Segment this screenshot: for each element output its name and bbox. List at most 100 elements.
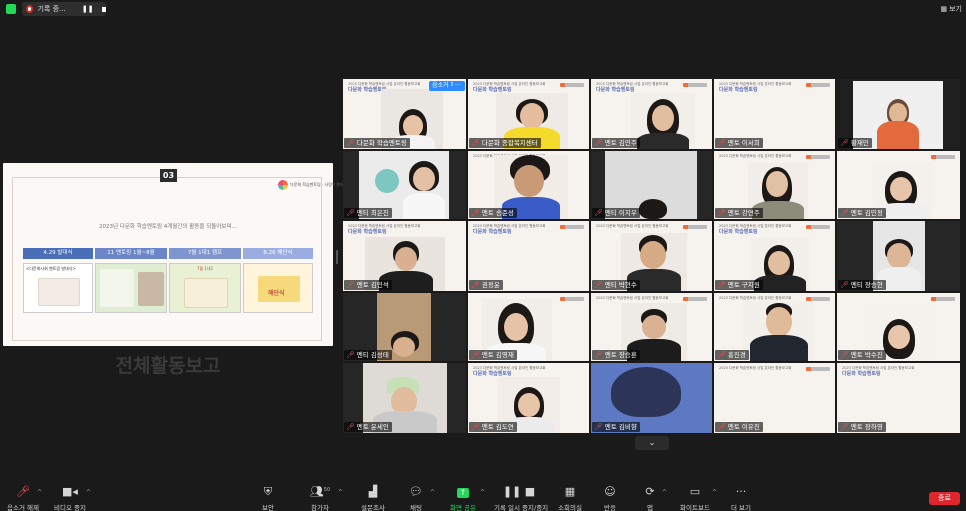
security-button[interactable]: ⛨ 보안	[246, 485, 290, 511]
tile-header-title: 다문화 학습멘토링	[719, 229, 758, 235]
shield-icon: ⛨	[263, 485, 273, 498]
poll-button[interactable]: ▟ 설문조사	[351, 485, 395, 511]
phase-label: 4.29 발대식	[23, 248, 93, 259]
participant-tile[interactable]: 2023 다문화 학습멘토링 사업 온라인 활동보고회 🎤︎ 멘토 장승훈	[591, 293, 712, 361]
chevron-up-icon[interactable]: ^	[662, 489, 667, 496]
phase-thumbnail: <다문화사회 멘토링 발대식>	[23, 263, 93, 313]
whiteboard-button[interactable]: ▭ 화이트보드	[673, 485, 717, 511]
muted-mic-icon: 🎤︎	[594, 423, 603, 431]
participant-name: 🎤︎ 홍진경	[715, 350, 749, 360]
participant-tile[interactable]: 2023 다문화 학습멘토링 사업 온라인 활동보고회 다문화 학습멘토링 🎤︎…	[591, 79, 712, 149]
participant-tile[interactable]: 2023 다문화 학습멘토링 사업 온라인 활동보고회 🎤︎ 홍진경	[714, 293, 835, 361]
chevron-up-icon[interactable]: ^	[86, 489, 91, 496]
slide-subtitle: 2023년 다문화 학습멘토링 4개월간의 활동을 되돌아보며…	[99, 224, 237, 230]
logo-mark-icon	[278, 180, 288, 190]
people-icon: 👥︎50	[309, 485, 331, 498]
participant-tile[interactable]: 🎤︎ 멘티 최은진	[343, 151, 466, 219]
more-options-button[interactable]: ···	[453, 81, 463, 91]
participant-tile[interactable]: 2023 다문화 학습멘토링 사업 온라인 활동보고회 다문화 학습멘토링 🎤︎…	[468, 363, 589, 433]
participant-name: 🎤︎ 멘토 김민정	[838, 208, 886, 218]
participant-name: 🎤︎ 멘토 장하영	[838, 422, 886, 432]
participant-tile[interactable]: 🎤︎ 멘토 박수진	[837, 293, 960, 361]
participant-tile[interactable]: 🎤︎ 멘티 김성태	[343, 293, 466, 361]
participant-name: 🎤︎ 멘토 강연주	[715, 208, 763, 218]
slide-frame	[12, 177, 322, 341]
share-arrow-icon: ↑	[441, 485, 485, 499]
tile-header-text: 2023 다문화 학습멘토링 사업 온라인 활동보고회	[596, 224, 669, 228]
whiteboard-icon: ▭	[689, 485, 701, 498]
breakout-rooms-button[interactable]: ▦ 소회의실	[548, 485, 592, 511]
participant-name: 🎤︎ 황재민	[838, 138, 872, 148]
muted-mic-icon: 🎤︎	[346, 423, 355, 431]
participant-tile[interactable]: 2023 다문화 학습멘토링 사업 온라인 활동보고회 🎤︎ 멘티 박현수	[591, 221, 712, 291]
participant-tile[interactable]: 🎤︎ 멘티 장승현	[837, 221, 960, 291]
chat-label: 채팅	[410, 504, 422, 511]
pause-record-label: 기록 일시 중지/중지	[494, 504, 549, 511]
tile-header-title: 다문화 학습멘토링	[473, 229, 512, 235]
phase-thumbnail: 7월 1대1	[169, 263, 241, 313]
chevron-up-icon[interactable]: ^	[338, 489, 343, 496]
participants-button[interactable]: 👥︎50 참가자	[298, 485, 342, 511]
scroll-down-button[interactable]: ⌄	[635, 436, 669, 450]
end-meeting-button[interactable]: 종료	[929, 492, 960, 505]
participant-tile[interactable]: 2023 다문화 학습멘토링 사업 온라인 활동보고회 다문화 학습멘토링 🎤︎…	[468, 221, 589, 291]
stop-icon[interactable]	[101, 6, 106, 12]
participant-tile[interactable]: 2023 다문화 학습멘토링 사업 온라인 활동보고회 🎤︎ 멘토 이유진	[714, 363, 835, 433]
participants-label: 참가자	[311, 504, 329, 511]
view-label: 보기	[949, 5, 962, 13]
tile-header-text: 2023 다문화 학습멘토링 사업 온라인 활동보고회	[719, 154, 792, 158]
chevron-up-icon[interactable]: ^	[430, 489, 435, 496]
security-shield-icon[interactable]	[6, 4, 16, 14]
participant-tile[interactable]: 2023 다문화 학습멘토링 사업 온라인 활동보고회 다문화 학습멘토링 🎤︎…	[714, 79, 835, 149]
chevron-up-icon[interactable]: ^	[712, 489, 717, 496]
participant-tile[interactable]: 2023 다문화 학습멘토링 사업 온라인 활동보고회 다문화 학습멘토링 🎤︎…	[714, 221, 835, 291]
pause-stop-recording-button[interactable]: ❚❚ ■ 기록 일시 중지/중지	[494, 485, 549, 511]
whiteboard-label: 화이트보드	[680, 504, 710, 511]
phase-label: 11 멘토링 1월~8월	[95, 248, 167, 259]
muted-mic-icon: 🎤︎	[717, 281, 726, 289]
participant-tile[interactable]: 🎤︎ 멘티 이지우	[591, 151, 712, 219]
unmute-label: 음소거 해제	[7, 504, 39, 511]
participant-name: 🎤︎ 멘토 김민주	[592, 138, 640, 148]
muted-mic-icon: 🎤︎	[471, 351, 480, 359]
participant-tile[interactable]: 2023 다문화 학습멘토링 사업 온라인 활동보고회 🎤︎ 멘토 강연주	[714, 151, 835, 219]
phase-thumbnail	[95, 263, 167, 313]
muted-mic-icon: 🎤︎	[717, 351, 726, 359]
grid-icon: ▦	[564, 485, 576, 498]
recording-indicator[interactable]: 기록 중... ❚❚	[22, 2, 106, 16]
participant-tile[interactable]: 🎤︎ 멘토 김영재	[468, 293, 589, 361]
participant-tile[interactable]: 2023 다문화 학습멘토링 사업 온라인 활동보고회 다문화 학습멘토링 🎤︎…	[837, 363, 960, 433]
participant-tile[interactable]: 🎤︎ 황재민	[837, 79, 960, 149]
shared-screen-slide: 03 다문화 학습멘토링 · 사랑의열매 전체활동보고 2023년 다문화 학습…	[3, 163, 343, 377]
logo-text: 다문화 학습멘토링 · 사랑의열매	[290, 182, 343, 187]
participant-tile[interactable]: 2023 다문화 학습멘토링 사업 온라인 활동보고회 다문화 학습멘토링 🎤︎…	[468, 79, 589, 149]
chevron-up-icon[interactable]: ^	[480, 489, 485, 496]
pause-icon[interactable]: ❚❚	[82, 5, 94, 13]
participant-tile[interactable]: 🎤︎ 멘토 김비향	[591, 363, 712, 433]
tile-header-title: 다문화 학습멘토링	[596, 87, 635, 93]
meeting-top-bar: 기록 중... ❚❚ ▦ 보기	[0, 0, 966, 18]
participant-name: 🎤︎ 멘토 김영재	[469, 350, 517, 360]
split-view-divider[interactable]	[336, 250, 338, 264]
thumbnail-caption: <다문화사회 멘토링 발대식>	[26, 266, 76, 271]
participant-name: 🎤︎ 다문화 종합복지센터	[469, 138, 541, 148]
participant-tile[interactable]: 2023 다문화 학습멘토링 사업 온라인 활동보고회 다문화 학습멘토링 🎤︎…	[343, 221, 466, 291]
participant-name: 🎤︎ 멘티 박현수	[592, 280, 640, 290]
muted-mic-icon: 🎤︎	[471, 139, 480, 147]
muted-mic-icon: 🎤︎	[594, 209, 603, 217]
participant-name: 🎤︎ 멘티 김성태	[344, 350, 392, 360]
participant-tile[interactable]: 🎤︎ 멘토 김민정	[837, 151, 960, 219]
phase-thumbnail: 해단식	[243, 263, 313, 313]
participant-name: 🎤︎ 멘토 이서희	[715, 138, 763, 148]
participant-tile[interactable]: 2023 다문화 학습멘토링 사업 온라인 활동보고회 🎤︎멘토 송준성	[468, 151, 589, 219]
more-button[interactable]: ··· 더 보기	[719, 485, 763, 511]
share-screen-button[interactable]: ↑ 화면 공유	[441, 485, 485, 511]
reactions-button[interactable]: ☺ 반응	[588, 485, 632, 511]
tile-header-title: 다문화 학습멘토링	[842, 371, 881, 377]
reactions-label: 반응	[604, 504, 616, 511]
view-button[interactable]: ▦ 보기	[940, 3, 962, 15]
participant-tile[interactable]: 2023 다문화 학습멘토링 사업 온라인 활동보고회 다문화 학습멘토링 음소…	[343, 79, 466, 149]
participant-tile[interactable]: 🎤︎ 멘토 윤세인	[343, 363, 466, 433]
slide-title: 전체활동보고	[115, 355, 221, 377]
chevron-up-icon[interactable]: ^	[37, 489, 42, 496]
